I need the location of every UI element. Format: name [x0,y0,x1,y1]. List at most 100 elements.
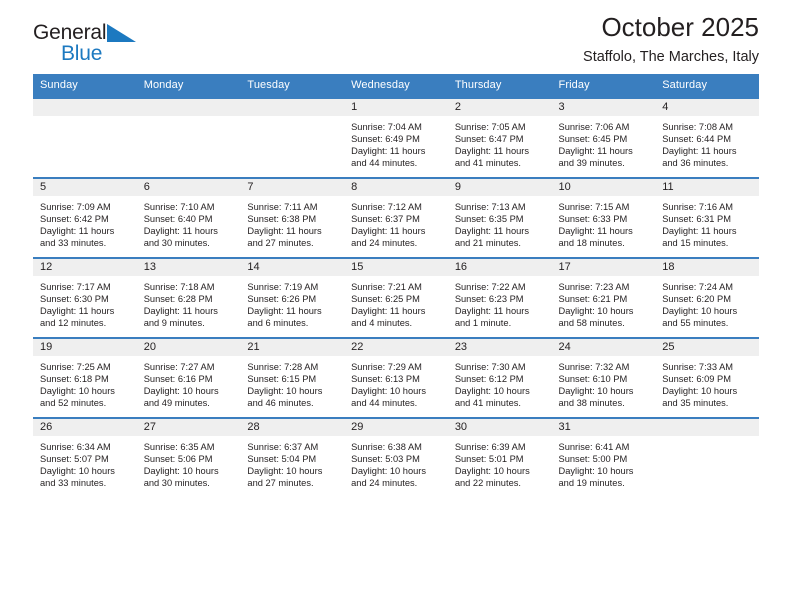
day-number: 1 [351,101,358,113]
calendar-day-cell[interactable]: 6 Sunrise: 7:10 AM Sunset: 6:40 PM Daylight… [136,177,241,258]
calendar-day-cell[interactable]: 2 Sunrise: 7:05 AM Sunset: 6:47 PM Daylight… [447,97,552,178]
weekday-header-monday: Monday [136,74,241,98]
day-number-band: 8 [344,179,448,196]
brand-name-general: General [33,21,107,44]
day-cell-details: Sunrise: 7:13 AM Sunset: 6:35 PM Daylight:… [448,196,552,249]
daylight-text: Daylight: 10 hours and 33 minutes. [40,466,115,489]
daylight-text: Daylight: 11 hours and 1 minute. [454,306,530,329]
calendar-day-cell[interactable]: 30 Sunrise: 6:39 AM Sunset: 5:01 PM Dayligh… [447,417,552,497]
calendar-cell-empty [136,97,241,178]
brand-name-blue: Blue [61,42,103,65]
calendar-day-cell[interactable]: 13 Sunrise: 7:18 AM Sunset: 6:28 PM Dayligh… [136,257,241,338]
day-number-band: 15 [344,259,448,276]
calendar-day-cell[interactable]: 8 Sunrise: 7:12 AM Sunset: 6:37 PM Daylight… [344,177,448,258]
day-cell-details: Sunrise: 7:11 AM Sunset: 6:38 PM Daylight:… [240,196,344,249]
day-cell-details: Sunrise: 6:35 AM Sunset: 5:06 PM Daylight:… [137,436,241,489]
calendar-cell-empty [33,97,137,178]
day-number: 3 [558,101,565,113]
calendar-day-cell[interactable]: 1 Sunrise: 7:04 AM Sunset: 6:49 PM Daylight… [344,97,448,178]
day-number-band: 9 [447,179,552,196]
sunset-text: Sunset: 6:44 PM [662,134,731,145]
calendar-body: 1 Sunrise: 7:04 AM Sunset: 6:49 PM Daylight… [33,97,759,497]
day-number-band [33,99,137,116]
day-cell-inner: 8 Sunrise: 7:12 AM Sunset: 6:37 PM Daylight… [344,179,448,257]
day-cell-inner: 23 Sunrise: 7:30 AM Sunset: 6:12 PM Dayligh… [447,339,552,417]
calendar-day-cell[interactable]: 12 Sunrise: 7:17 AM Sunset: 6:30 PM Dayligh… [33,257,137,338]
page-header: General Blue October 2025 Staffolo, The … [33,0,759,74]
daylight-text: Daylight: 11 hours and 15 minutes. [662,226,737,249]
sunset-text: Sunset: 6:09 PM [662,374,731,385]
day-number: 30 [454,421,468,433]
day-cell-inner: 16 Sunrise: 7:22 AM Sunset: 6:23 PM Dayligh… [447,259,552,337]
calendar-day-cell[interactable]: 24 Sunrise: 7:32 AM Sunset: 6:10 PM Dayligh… [551,337,656,418]
day-cell-details: Sunrise: 7:33 AM Sunset: 6:09 PM Daylight:… [655,356,759,409]
day-cell-details: Sunrise: 7:17 AM Sunset: 6:30 PM Daylight:… [33,276,137,329]
day-number: 22 [351,341,364,353]
day-cell-inner: 12 Sunrise: 7:17 AM Sunset: 6:30 PM Dayligh… [33,259,137,337]
calendar-day-cell[interactable]: 28 Sunrise: 6:37 AM Sunset: 5:04 PM Dayligh… [240,417,345,497]
sunrise-text: Sunrise: 7:10 AM [143,202,215,212]
calendar-week-row: 1 Sunrise: 7:04 AM Sunset: 6:49 PM Daylight… [33,97,759,178]
calendar-day-cell[interactable]: 27 Sunrise: 6:35 AM Sunset: 5:06 PM Dayligh… [136,417,241,497]
calendar-day-cell[interactable]: 16 Sunrise: 7:22 AM Sunset: 6:23 PM Dayligh… [447,257,552,338]
day-cell-details: Sunrise: 7:32 AM Sunset: 6:10 PM Daylight:… [552,356,656,409]
calendar-day-cell[interactable]: 26 Sunrise: 6:34 AM Sunset: 5:07 PM Dayligh… [33,417,137,497]
calendar-day-cell[interactable]: 23 Sunrise: 7:30 AM Sunset: 6:12 PM Dayligh… [447,337,552,418]
day-number-band: 17 [551,259,656,276]
sunrise-text: Sunrise: 6:37 AM [247,442,319,452]
calendar-day-cell[interactable]: 22 Sunrise: 7:29 AM Sunset: 6:13 PM Dayligh… [344,337,448,418]
day-cell-details: Sunrise: 7:29 AM Sunset: 6:13 PM Daylight:… [344,356,448,409]
day-cell-inner: 7 Sunrise: 7:11 AM Sunset: 6:38 PM Daylight… [240,179,345,257]
calendar-day-cell[interactable]: 3 Sunrise: 7:06 AM Sunset: 6:45 PM Daylight… [551,97,656,178]
daylight-text: Daylight: 10 hours and 30 minutes. [143,466,219,489]
weekday-header-sunday: Sunday [33,74,137,98]
sunrise-text: Sunrise: 7:28 AM [247,362,319,372]
daylight-text: Daylight: 11 hours and 12 minutes. [40,306,115,329]
calendar-day-cell[interactable]: 9 Sunrise: 7:13 AM Sunset: 6:35 PM Daylight… [447,177,552,258]
day-number-band: 2 [447,99,552,116]
calendar-day-cell[interactable]: 25 Sunrise: 7:33 AM Sunset: 6:09 PM Dayligh… [655,337,759,418]
day-cell-details: Sunrise: 6:34 AM Sunset: 5:07 PM Daylight:… [33,436,137,489]
calendar-day-cell[interactable]: 15 Sunrise: 7:21 AM Sunset: 6:25 PM Dayligh… [344,257,448,338]
sunrise-text: Sunrise: 7:23 AM [558,282,630,292]
sunset-text: Sunset: 6:47 PM [454,134,524,145]
day-cell-inner: 22 Sunrise: 7:29 AM Sunset: 6:13 PM Dayligh… [344,339,448,417]
calendar-day-cell[interactable]: 7 Sunrise: 7:11 AM Sunset: 6:38 PM Daylight… [240,177,345,258]
calendar-day-cell[interactable]: 29 Sunrise: 6:38 AM Sunset: 5:03 PM Dayligh… [344,417,448,497]
sunrise-text: Sunrise: 7:29 AM [351,362,422,372]
calendar-day-cell[interactable]: 20 Sunrise: 7:27 AM Sunset: 6:16 PM Dayligh… [136,337,241,418]
calendar-day-cell[interactable]: 4 Sunrise: 7:08 AM Sunset: 6:44 PM Daylight… [655,97,759,178]
calendar-day-cell[interactable]: 17 Sunrise: 7:23 AM Sunset: 6:21 PM Dayligh… [551,257,656,338]
day-number: 27 [143,421,156,433]
weekday-header-saturday: Saturday [655,74,759,98]
day-cell-details: Sunrise: 7:16 AM Sunset: 6:31 PM Daylight:… [655,196,759,249]
calendar-cell-empty [240,97,345,178]
day-number-band: 10 [551,179,656,196]
sunrise-text: Sunrise: 7:21 AM [351,282,422,292]
day-number: 19 [40,341,53,353]
day-number-band [240,99,345,116]
calendar-day-cell[interactable]: 18 Sunrise: 7:24 AM Sunset: 6:20 PM Dayligh… [655,257,759,338]
calendar-day-cell[interactable]: 11 Sunrise: 7:16 AM Sunset: 6:31 PM Dayligh… [655,177,759,258]
calendar-day-cell[interactable]: 31 Sunrise: 6:41 AM Sunset: 5:00 PM Dayligh… [551,417,656,497]
calendar-week-row: 5 Sunrise: 7:09 AM Sunset: 6:42 PM Daylight… [33,177,759,258]
day-number-band: 13 [136,259,241,276]
calendar-day-cell[interactable]: 14 Sunrise: 7:19 AM Sunset: 6:26 PM Dayligh… [240,257,345,338]
day-number-band: 18 [655,259,759,276]
sunset-text: Sunset: 6:28 PM [143,294,213,305]
daylight-text: Daylight: 11 hours and 36 minutes. [662,146,737,169]
day-number-band: 16 [447,259,552,276]
calendar-day-cell[interactable]: 21 Sunrise: 7:28 AM Sunset: 6:15 PM Dayligh… [240,337,345,418]
day-cell-inner: 4 Sunrise: 7:08 AM Sunset: 6:44 PM Daylight… [655,99,759,177]
day-number: 20 [143,341,156,353]
sunset-text: Sunset: 5:01 PM [454,454,524,465]
weekday-header-friday: Friday [551,74,656,98]
calendar-day-cell[interactable]: 10 Sunrise: 7:15 AM Sunset: 6:33 PM Dayligh… [551,177,656,258]
calendar-day-cell[interactable]: 19 Sunrise: 7:25 AM Sunset: 6:18 PM Dayligh… [33,337,137,418]
calendar-day-cell[interactable]: 5 Sunrise: 7:09 AM Sunset: 6:42 PM Daylight… [33,177,137,258]
daylight-text: Daylight: 11 hours and 9 minutes. [143,306,218,329]
daylight-text: Daylight: 10 hours and 24 minutes. [351,466,427,489]
brand-logo[interactable]: General Blue [33,21,137,65]
brand-logo-top-row: General [33,21,137,44]
triangle-logo-icon [107,24,137,42]
